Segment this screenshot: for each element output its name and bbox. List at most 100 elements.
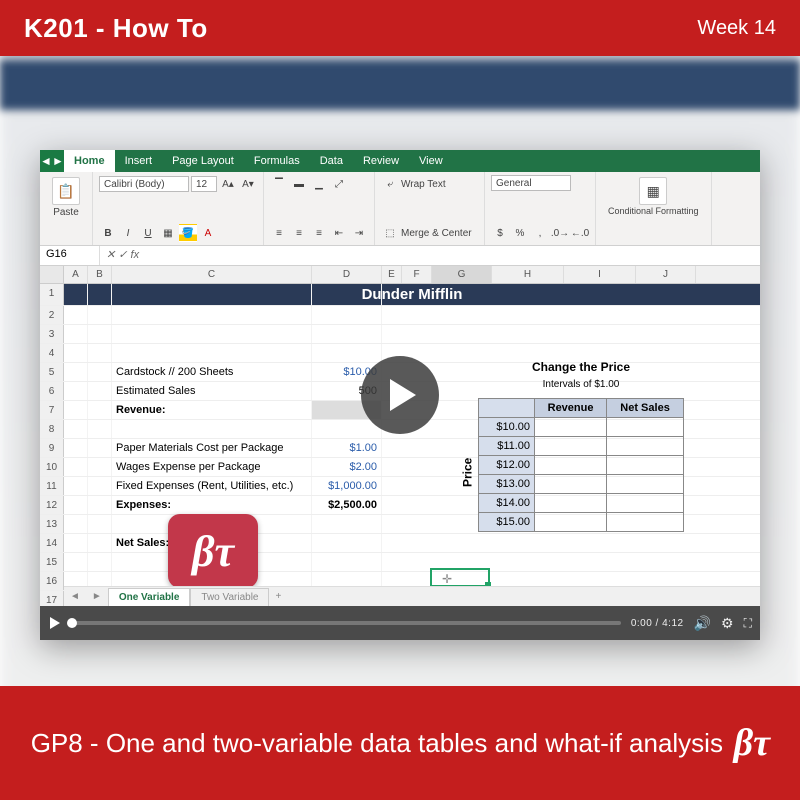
cell-value[interactable]: $2.00 [312,458,382,476]
fill-color-icon[interactable]: 🪣 [179,224,197,242]
col-header[interactable]: D [312,266,382,283]
row-header[interactable]: 1 [40,284,64,305]
row-header[interactable]: 9 [40,439,64,457]
comma-icon[interactable]: , [531,224,549,242]
tab-review[interactable]: Review [353,150,409,172]
paste-button[interactable]: 📋 Paste [46,175,86,220]
sheet-tab-two-variable[interactable]: Two Variable [190,588,269,606]
font-size-select[interactable]: 12 [191,176,217,192]
progress-slider[interactable] [70,621,621,625]
col-header[interactable]: E [382,266,402,283]
merge-center-label[interactable]: Merge & Center [401,228,472,239]
orient-icon[interactable]: ⤢ [330,175,348,193]
row-header[interactable]: 12 [40,496,64,514]
row-header[interactable]: 6 [40,382,64,400]
tab-data[interactable]: Data [310,150,353,172]
video-play-button[interactable] [361,356,439,434]
dt-price[interactable]: $14.00 [479,494,535,513]
row-header[interactable]: 14 [40,534,64,552]
wrap-text-label[interactable]: Wrap Text [401,179,446,190]
cell-label[interactable]: Expenses: [112,496,312,514]
dec-inc-icon[interactable]: .0→ [551,224,569,242]
border-icon[interactable]: ▦ [159,224,177,242]
row-header[interactable]: 3 [40,325,64,343]
sheet-nav-next-icon[interactable]: ► [86,591,108,602]
nav-fwd-icon[interactable]: ► [52,150,64,172]
selected-cell-g16[interactable] [430,568,490,587]
sheet-tab-one-variable[interactable]: One Variable [108,588,191,606]
row-header[interactable]: 17 [40,591,64,606]
indent-inc-icon[interactable]: ⇥ [350,224,368,242]
wrap-text-icon[interactable]: ⤶ [381,175,399,193]
nav-back-icon[interactable]: ◄ [40,150,52,172]
align-left-icon[interactable]: ≡ [270,224,288,242]
row-header[interactable]: 4 [40,344,64,362]
row-header[interactable]: 11 [40,477,64,495]
select-all-corner[interactable] [40,266,64,283]
row-header[interactable]: 8 [40,420,64,438]
merge-icon[interactable]: ⬚ [381,224,399,242]
col-header[interactable]: F [402,266,432,283]
decrease-font-icon[interactable]: A▾ [239,175,257,193]
cell-value[interactable]: $2,500.00 [312,496,382,514]
col-header[interactable]: B [88,266,112,283]
indent-dec-icon[interactable]: ⇤ [330,224,348,242]
row-header[interactable]: 5 [40,363,64,381]
row-header[interactable]: 15 [40,553,64,571]
formula-input[interactable] [145,246,760,265]
volume-icon[interactable]: 🔊 [694,615,711,632]
col-header[interactable]: G [432,266,492,283]
currency-icon[interactable]: $ [491,224,509,242]
spreadsheet-grid[interactable]: A B C D E F G H I J Dunder Mifflin 12345… [40,266,760,606]
tab-page-layout[interactable]: Page Layout [162,150,244,172]
name-box[interactable]: G16 [40,246,100,265]
play-icon[interactable] [50,617,60,629]
align-bottom-icon[interactable]: ▁ [310,175,328,193]
align-center-icon[interactable]: ≡ [290,224,308,242]
cell-value[interactable]: $1.00 [312,439,382,457]
percent-icon[interactable]: % [511,224,529,242]
tab-formulas[interactable]: Formulas [244,150,310,172]
font-name-select[interactable]: Calibri (Body) [99,176,189,192]
row-header[interactable]: 13 [40,515,64,533]
cell-value[interactable]: $1,000.00 [312,477,382,495]
col-header[interactable]: I [564,266,636,283]
align-top-icon[interactable]: ▔ [270,175,288,193]
dt-price[interactable]: $13.00 [479,475,535,494]
tab-view[interactable]: View [409,150,453,172]
add-sheet-button[interactable]: + [269,591,287,602]
dt-price[interactable]: $15.00 [479,513,535,532]
italic-button[interactable]: I [119,224,137,242]
cell-label[interactable]: Fixed Expenses (Rent, Utilities, etc.) [112,477,312,495]
col-header[interactable]: C [112,266,312,283]
row-header[interactable]: 16 [40,572,64,590]
dec-dec-icon[interactable]: ←.0 [571,224,589,242]
fullscreen-icon[interactable]: ⛶ [744,616,750,631]
col-header[interactable]: H [492,266,564,283]
cell-label[interactable]: Cardstock // 200 Sheets [112,363,312,381]
dt-price[interactable]: $10.00 [479,418,535,437]
row-header[interactable]: 10 [40,458,64,476]
increase-font-icon[interactable]: A▴ [219,175,237,193]
cell-label[interactable]: Revenue: [112,401,312,419]
cell-label[interactable]: Paper Materials Cost per Package [112,439,312,457]
sheet-nav-prev-icon[interactable]: ◄ [64,591,86,602]
col-header[interactable]: J [636,266,696,283]
col-header[interactable]: A [64,266,88,283]
bold-button[interactable]: B [99,224,117,242]
underline-button[interactable]: U [139,224,157,242]
settings-icon[interactable]: ⚙ [721,615,734,632]
cell-label[interactable]: Estimated Sales [112,382,312,400]
font-color-icon[interactable]: A [199,224,217,242]
cell-label[interactable]: Wages Expense per Package [112,458,312,476]
fx-icon[interactable]: ✕ ✓ fx [100,246,145,265]
dt-price[interactable]: $12.00 [479,456,535,475]
align-middle-icon[interactable]: ▬ [290,175,308,193]
row-header[interactable]: 7 [40,401,64,419]
conditional-formatting-button[interactable]: ▦ Conditional Formatting [602,175,705,218]
tab-insert[interactable]: Insert [115,150,163,172]
number-format-select[interactable]: General [491,175,571,191]
tab-home[interactable]: Home [64,150,115,172]
dt-price[interactable]: $11.00 [479,437,535,456]
row-header[interactable]: 2 [40,306,64,324]
